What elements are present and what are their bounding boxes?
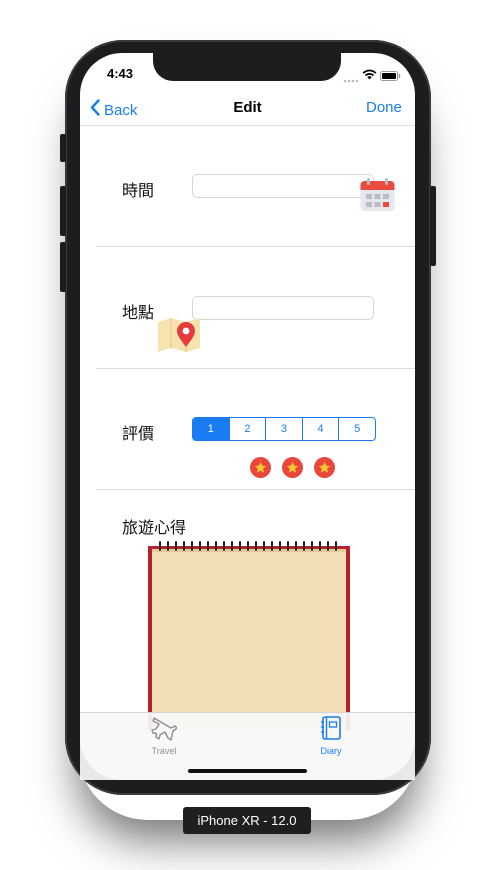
nav-divider — [80, 125, 415, 126]
rating-label: 評價 — [122, 424, 155, 443]
time-label: 時間 — [122, 181, 155, 200]
notebook-text-area[interactable] — [148, 540, 350, 730]
device-label: iPhone XR - 12.0 — [183, 807, 311, 834]
rating-segment-2[interactable]: 2 — [228, 418, 266, 440]
power-button — [430, 186, 436, 266]
notch — [153, 53, 341, 81]
volume-down-button — [60, 242, 66, 292]
wifi-icon — [362, 67, 377, 85]
tab-diary-label: Diary — [320, 746, 342, 756]
time-input[interactable] — [192, 174, 374, 198]
rating-segment-4[interactable]: 4 — [301, 418, 339, 440]
rating-segmented-control: 1 2 3 4 5 — [192, 417, 376, 441]
row-divider — [96, 368, 415, 369]
star-icon — [282, 457, 303, 478]
airplane-icon — [140, 715, 188, 741]
mute-switch — [60, 134, 66, 162]
rating-segment-3[interactable]: 3 — [265, 418, 302, 440]
star-icon — [250, 457, 271, 478]
location-label: 地點 — [122, 303, 155, 322]
row-divider — [96, 489, 415, 490]
home-indicator[interactable] — [188, 769, 307, 773]
done-button[interactable]: Done — [366, 99, 402, 116]
calendar-icon[interactable] — [360, 178, 395, 217]
diary-icon — [307, 715, 355, 741]
tab-diary[interactable]: Diary — [307, 715, 355, 756]
status-time: 4:43 — [107, 66, 134, 81]
battery-icon — [380, 68, 401, 86]
map-pin-icon[interactable] — [157, 316, 201, 359]
rating-segment-1[interactable]: 1 — [193, 418, 229, 440]
tab-travel-label: Travel — [151, 746, 177, 756]
tab-travel[interactable]: Travel — [140, 715, 188, 756]
star-icon — [314, 457, 335, 478]
notes-label: 旅遊心得 — [122, 518, 187, 537]
rating-segment-5[interactable]: 5 — [338, 418, 375, 440]
location-input[interactable] — [192, 296, 374, 320]
row-divider — [96, 246, 415, 247]
signal-icon — [343, 71, 359, 89]
volume-up-button — [60, 186, 66, 236]
page-title: Edit — [233, 99, 262, 116]
